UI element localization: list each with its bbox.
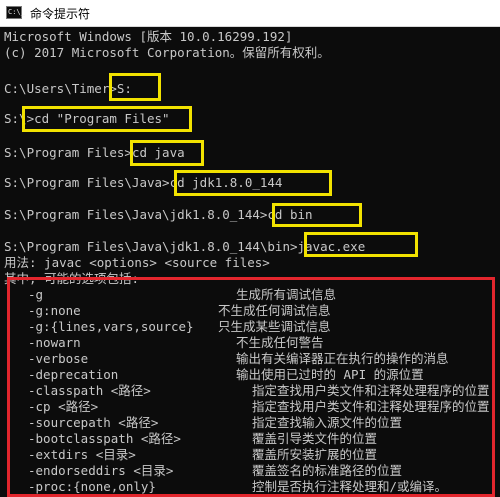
highlight-box [22, 106, 192, 132]
cmd-app-icon: C:\_ [6, 6, 25, 19]
prompt: S:\Program Files\Java\jdk1.8.0_144\bin> [4, 239, 298, 254]
highlight-box [272, 203, 362, 227]
copyright-line: (c) 2017 Microsoft Corporation。保留所有权利。 [4, 45, 330, 60]
prompt: S:\Program Files\Java\jdk1.8.0_144> [4, 207, 268, 222]
highlight-box [174, 170, 332, 196]
prompt: C:\Users\Timer> [4, 81, 117, 96]
title-bar[interactable]: C:\_ 命令提示符 [0, 0, 500, 27]
highlight-box-options [7, 277, 495, 497]
prompt-line: S:\Program Files\Java\jdk1.8.0_144>cd bi… [4, 207, 313, 223]
prompt: S:\Program Files\Java> [4, 175, 170, 190]
prompt: S:\Program Files> [4, 145, 132, 160]
cmd-window: C:\_ 命令提示符 Microsoft Windows [版本 10.0.16… [0, 0, 500, 497]
highlight-box [304, 232, 418, 257]
highlight-box [130, 140, 204, 166]
window-title: 命令提示符 [30, 7, 91, 21]
highlight-box [109, 73, 161, 101]
usage-line: 用法: javac <options> <source files> [4, 255, 270, 270]
version-line: Microsoft Windows [版本 10.0.16299.192] [4, 29, 293, 44]
console-area[interactable]: Microsoft Windows [版本 10.0.16299.192] (c… [0, 27, 500, 497]
